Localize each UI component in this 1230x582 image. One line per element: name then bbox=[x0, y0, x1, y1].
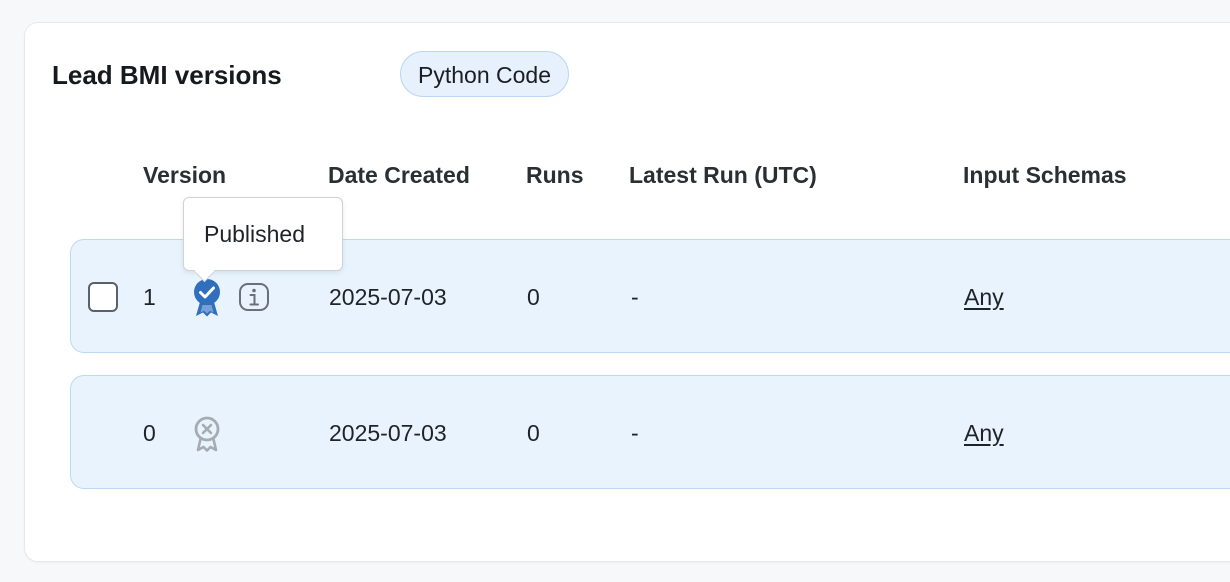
row-select-checkbox[interactable] bbox=[88, 282, 118, 312]
runs-count: 0 bbox=[527, 284, 540, 310]
column-header-version[interactable]: Version bbox=[143, 162, 226, 189]
latest-run: - bbox=[631, 284, 639, 310]
input-schemas-link[interactable]: Any bbox=[964, 420, 1004, 446]
input-schemas-link[interactable]: Any bbox=[964, 284, 1004, 310]
column-header-latest-run[interactable]: Latest Run (UTC) bbox=[629, 162, 817, 189]
date-created: 2025-07-03 bbox=[329, 420, 447, 446]
column-header-date-created[interactable]: Date Created bbox=[328, 162, 470, 189]
unpublished-badge-icon[interactable] bbox=[192, 416, 222, 452]
published-tooltip: Published bbox=[183, 197, 343, 271]
column-header-runs[interactable]: Runs bbox=[526, 162, 584, 189]
published-badge-icon[interactable] bbox=[191, 278, 223, 318]
type-chip: Python Code bbox=[400, 51, 569, 97]
runs-count: 0 bbox=[527, 420, 540, 446]
table-row[interactable]: 0 2025-07-03 0 - Any bbox=[70, 375, 1230, 489]
latest-run: - bbox=[631, 420, 639, 446]
column-header-input-schemas[interactable]: Input Schemas bbox=[963, 162, 1127, 189]
info-icon[interactable] bbox=[239, 283, 269, 311]
page-title: Lead BMI versions bbox=[52, 60, 282, 90]
version-number: 0 bbox=[143, 420, 156, 446]
date-created: 2025-07-03 bbox=[329, 284, 447, 310]
version-number: 1 bbox=[143, 284, 156, 310]
